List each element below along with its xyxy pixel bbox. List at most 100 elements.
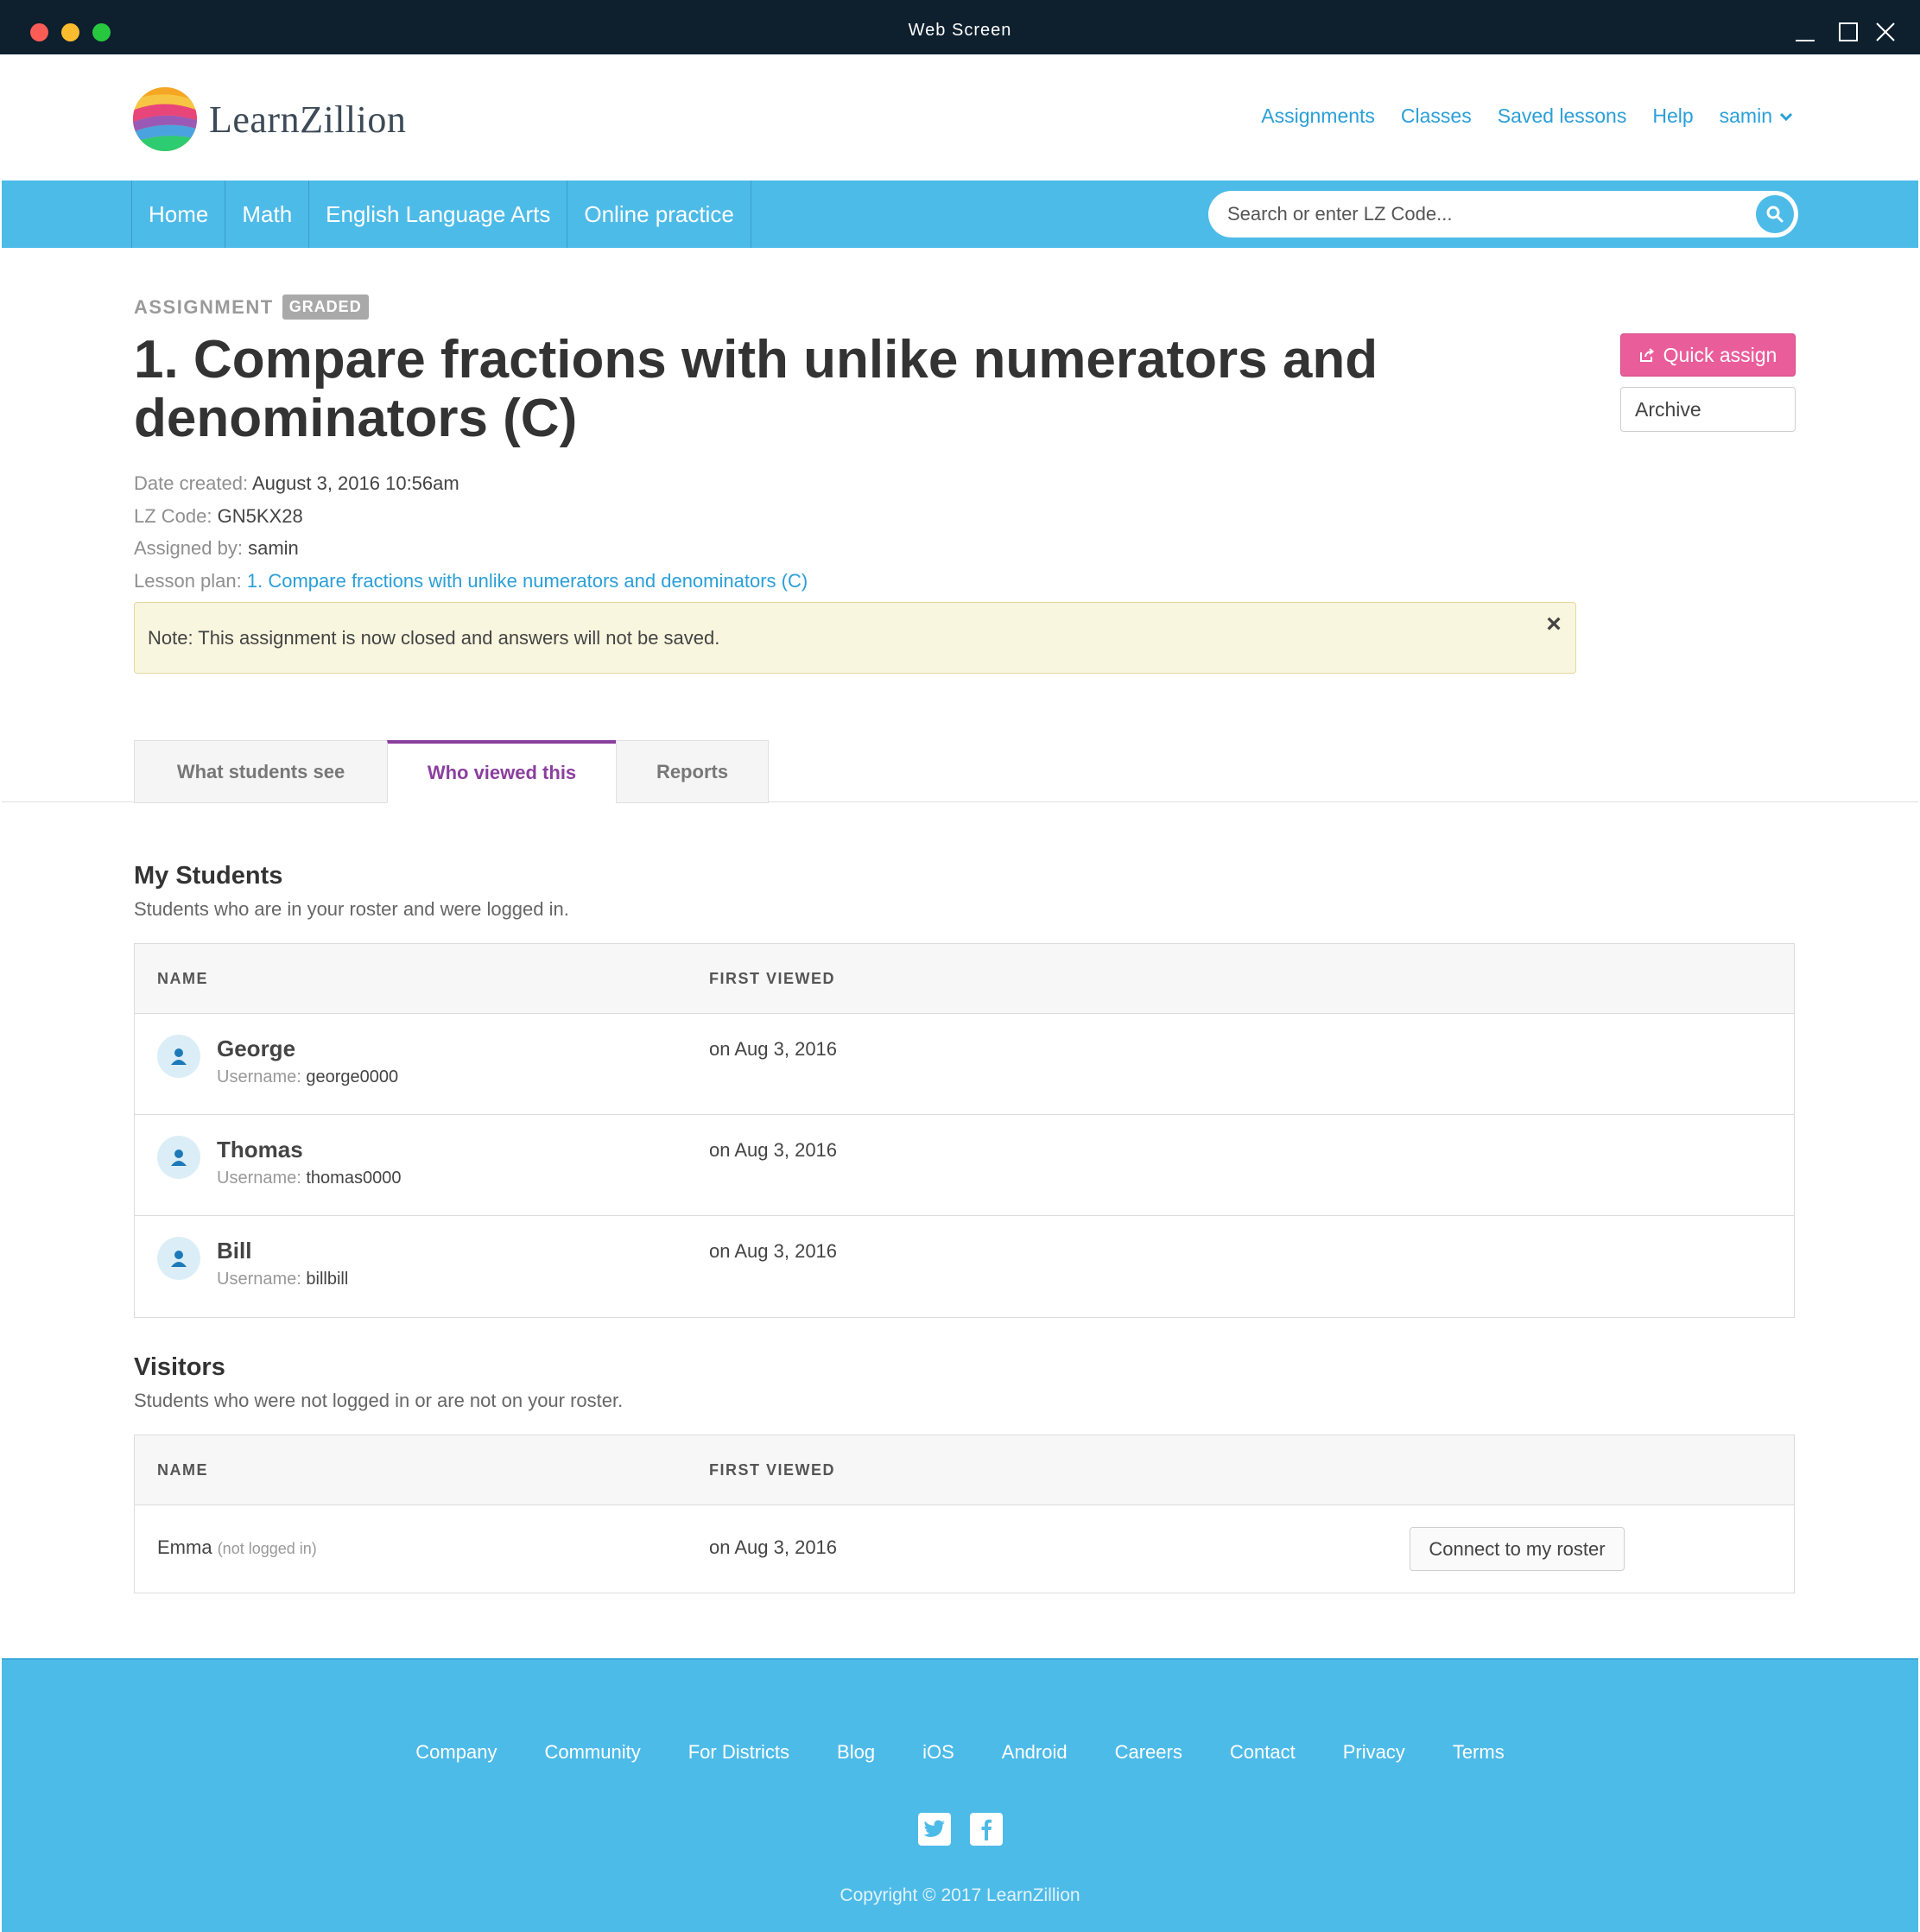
lesson-plan-link[interactable]: 1. Compare fractions with unlike numerat…	[247, 570, 808, 592]
column-first-viewed: FIRST VIEWED	[709, 1461, 836, 1479]
connect-to-roster-button[interactable]: Connect to my roster	[1410, 1527, 1625, 1571]
assigned-by-label: Assigned by:	[134, 537, 243, 559]
page-title: 1. Compare fractions with unlike numerat…	[134, 330, 1378, 448]
brand-name: LearnZillion	[209, 98, 407, 141]
date-created-row: Date created: August 3, 2016 10:56am	[134, 467, 808, 500]
maximize-icon[interactable]	[1835, 19, 1861, 45]
assignment-label: ASSIGNMENT	[134, 295, 274, 318]
student-username: Username: billbill	[217, 1270, 348, 1289]
footer-link-careers[interactable]: Careers	[1115, 1741, 1182, 1764]
student-name: George	[217, 1036, 296, 1061]
footer-link-company[interactable]: Company	[415, 1741, 497, 1764]
username-label: Username:	[217, 1270, 301, 1289]
window-titlebar: Web Screen	[0, 0, 1920, 54]
user-icon	[171, 1251, 187, 1267]
student-username: Username: george0000	[217, 1067, 398, 1087]
page: LearnZillion Assignments Classes Saved l…	[2, 54, 1918, 1932]
footer-link-privacy[interactable]: Privacy	[1343, 1741, 1405, 1764]
username-label: Username:	[217, 1067, 301, 1086]
visitor-name-text: Emma	[157, 1536, 212, 1558]
twitter-icon[interactable]	[917, 1813, 951, 1846]
copyright: Copyright © 2017 LearnZillion	[840, 1885, 1080, 1905]
assignment-meta: Date created: August 3, 2016 10:56am LZ …	[134, 467, 808, 597]
footer-link-for-districts[interactable]: For Districts	[688, 1741, 789, 1764]
footer-link-community[interactable]: Community	[544, 1741, 640, 1764]
footer-links: Company Community For Districts Blog iOS…	[2, 1741, 1918, 1764]
minimize-icon[interactable]	[1792, 19, 1818, 45]
table-row: George Username: george0000 on Aug 3, 20…	[135, 1014, 1794, 1115]
username-value: george0000	[306, 1067, 399, 1086]
tab-who-viewed-this[interactable]: Who viewed this	[387, 740, 617, 803]
status-badge: GRADED	[282, 295, 369, 320]
footer-link-blog[interactable]: Blog	[837, 1741, 875, 1764]
avatar	[157, 1035, 200, 1078]
visitors-table: NAME FIRST VIEWED Emma (not logged in) o…	[134, 1435, 1795, 1593]
brand-logo[interactable]: LearnZillion	[131, 85, 406, 154]
avatar	[157, 1237, 200, 1280]
footer-link-terms[interactable]: Terms	[1453, 1741, 1505, 1764]
quick-assign-button[interactable]: Quick assign	[1620, 333, 1796, 377]
table-row: Bill Username: billbill on Aug 3, 2016	[135, 1216, 1794, 1317]
nav-home[interactable]: Home	[132, 181, 226, 248]
nav-online-practice[interactable]: Online practice	[567, 181, 751, 248]
topnav-saved-lessons[interactable]: Saved lessons	[1498, 105, 1627, 128]
lesson-plan-label: Lesson plan:	[134, 569, 242, 592]
column-first-viewed: FIRST VIEWED	[709, 970, 836, 987]
social-links	[2, 1813, 1918, 1846]
first-viewed-date: on Aug 3, 2016	[709, 1536, 838, 1558]
closed-assignment-note: Note: This assignment is now closed and …	[134, 602, 1576, 674]
search-button[interactable]	[1756, 195, 1794, 233]
tab-reports[interactable]: Reports	[616, 740, 769, 803]
close-icon[interactable]	[1872, 19, 1898, 45]
table-row: Emma (not logged in) on Aug 3, 2016 Conn…	[135, 1505, 1794, 1593]
date-created-value: August 3, 2016 10:56am	[251, 472, 459, 494]
facebook-icon[interactable]	[969, 1813, 1003, 1846]
search-icon	[1766, 206, 1784, 223]
topnav-classes[interactable]: Classes	[1401, 105, 1472, 128]
top-nav: Assignments Classes Saved lessons Help s…	[1261, 105, 1793, 128]
user-icon	[171, 1048, 187, 1065]
avatar	[157, 1136, 200, 1179]
table-header: NAME FIRST VIEWED	[135, 1435, 1794, 1505]
table-header: NAME FIRST VIEWED	[135, 944, 1794, 1014]
column-name: NAME	[157, 970, 208, 987]
nav-math[interactable]: Math	[225, 181, 310, 248]
assignment-eyebrow: ASSIGNMENT GRADED	[134, 295, 369, 320]
date-created-label: Date created:	[134, 472, 249, 494]
visitors-subtitle: Students who were not logged in or are n…	[134, 1390, 624, 1411]
nav-english-language-arts[interactable]: English Language Arts	[309, 181, 568, 248]
visitors-title: Visitors	[134, 1353, 225, 1381]
search-input[interactable]	[1227, 191, 1728, 238]
lz-code-value: GN5KX28	[217, 504, 303, 527]
share-icon	[1639, 348, 1654, 362]
user-name: samin	[1719, 105, 1772, 127]
footer-link-ios[interactable]: iOS	[922, 1741, 954, 1764]
visitor-name: Emma (not logged in)	[157, 1536, 317, 1559]
chevron-down-icon	[1779, 112, 1793, 121]
user-icon	[171, 1150, 187, 1166]
first-viewed-date: on Aug 3, 2016	[709, 1240, 838, 1262]
assigned-by-value: samin	[248, 537, 299, 559]
username-value: billbill	[306, 1270, 349, 1289]
topnav-assignments[interactable]: Assignments	[1261, 105, 1375, 128]
username-label: Username:	[217, 1169, 301, 1188]
search-box	[1208, 191, 1798, 238]
quick-assign-label: Quick assign	[1663, 343, 1777, 366]
student-name: Thomas	[217, 1137, 303, 1162]
student-name: Bill	[217, 1238, 252, 1264]
archive-button[interactable]: Archive	[1620, 387, 1796, 432]
table-row: Thomas Username: thomas0000 on Aug 3, 20…	[135, 1115, 1794, 1216]
learnzillion-logo-icon	[132, 86, 198, 152]
tab-what-students-see[interactable]: What students see	[134, 740, 388, 803]
dismiss-note-icon[interactable]: ×	[1541, 611, 1567, 637]
note-text: Note: This assignment is now closed and …	[148, 627, 720, 649]
student-username: Username: thomas0000	[217, 1169, 401, 1188]
window-title: Web Screen	[908, 21, 1012, 40]
visitor-status: (not logged in)	[217, 1540, 317, 1557]
footer-link-android[interactable]: Android	[1002, 1741, 1068, 1764]
user-menu[interactable]: samin	[1720, 105, 1793, 128]
my-students-title: My Students	[134, 862, 283, 890]
footer-link-contact[interactable]: Contact	[1230, 1741, 1296, 1764]
topnav-help[interactable]: Help	[1652, 105, 1693, 128]
my-students-table: NAME FIRST VIEWED George Username: georg…	[134, 943, 1795, 1318]
